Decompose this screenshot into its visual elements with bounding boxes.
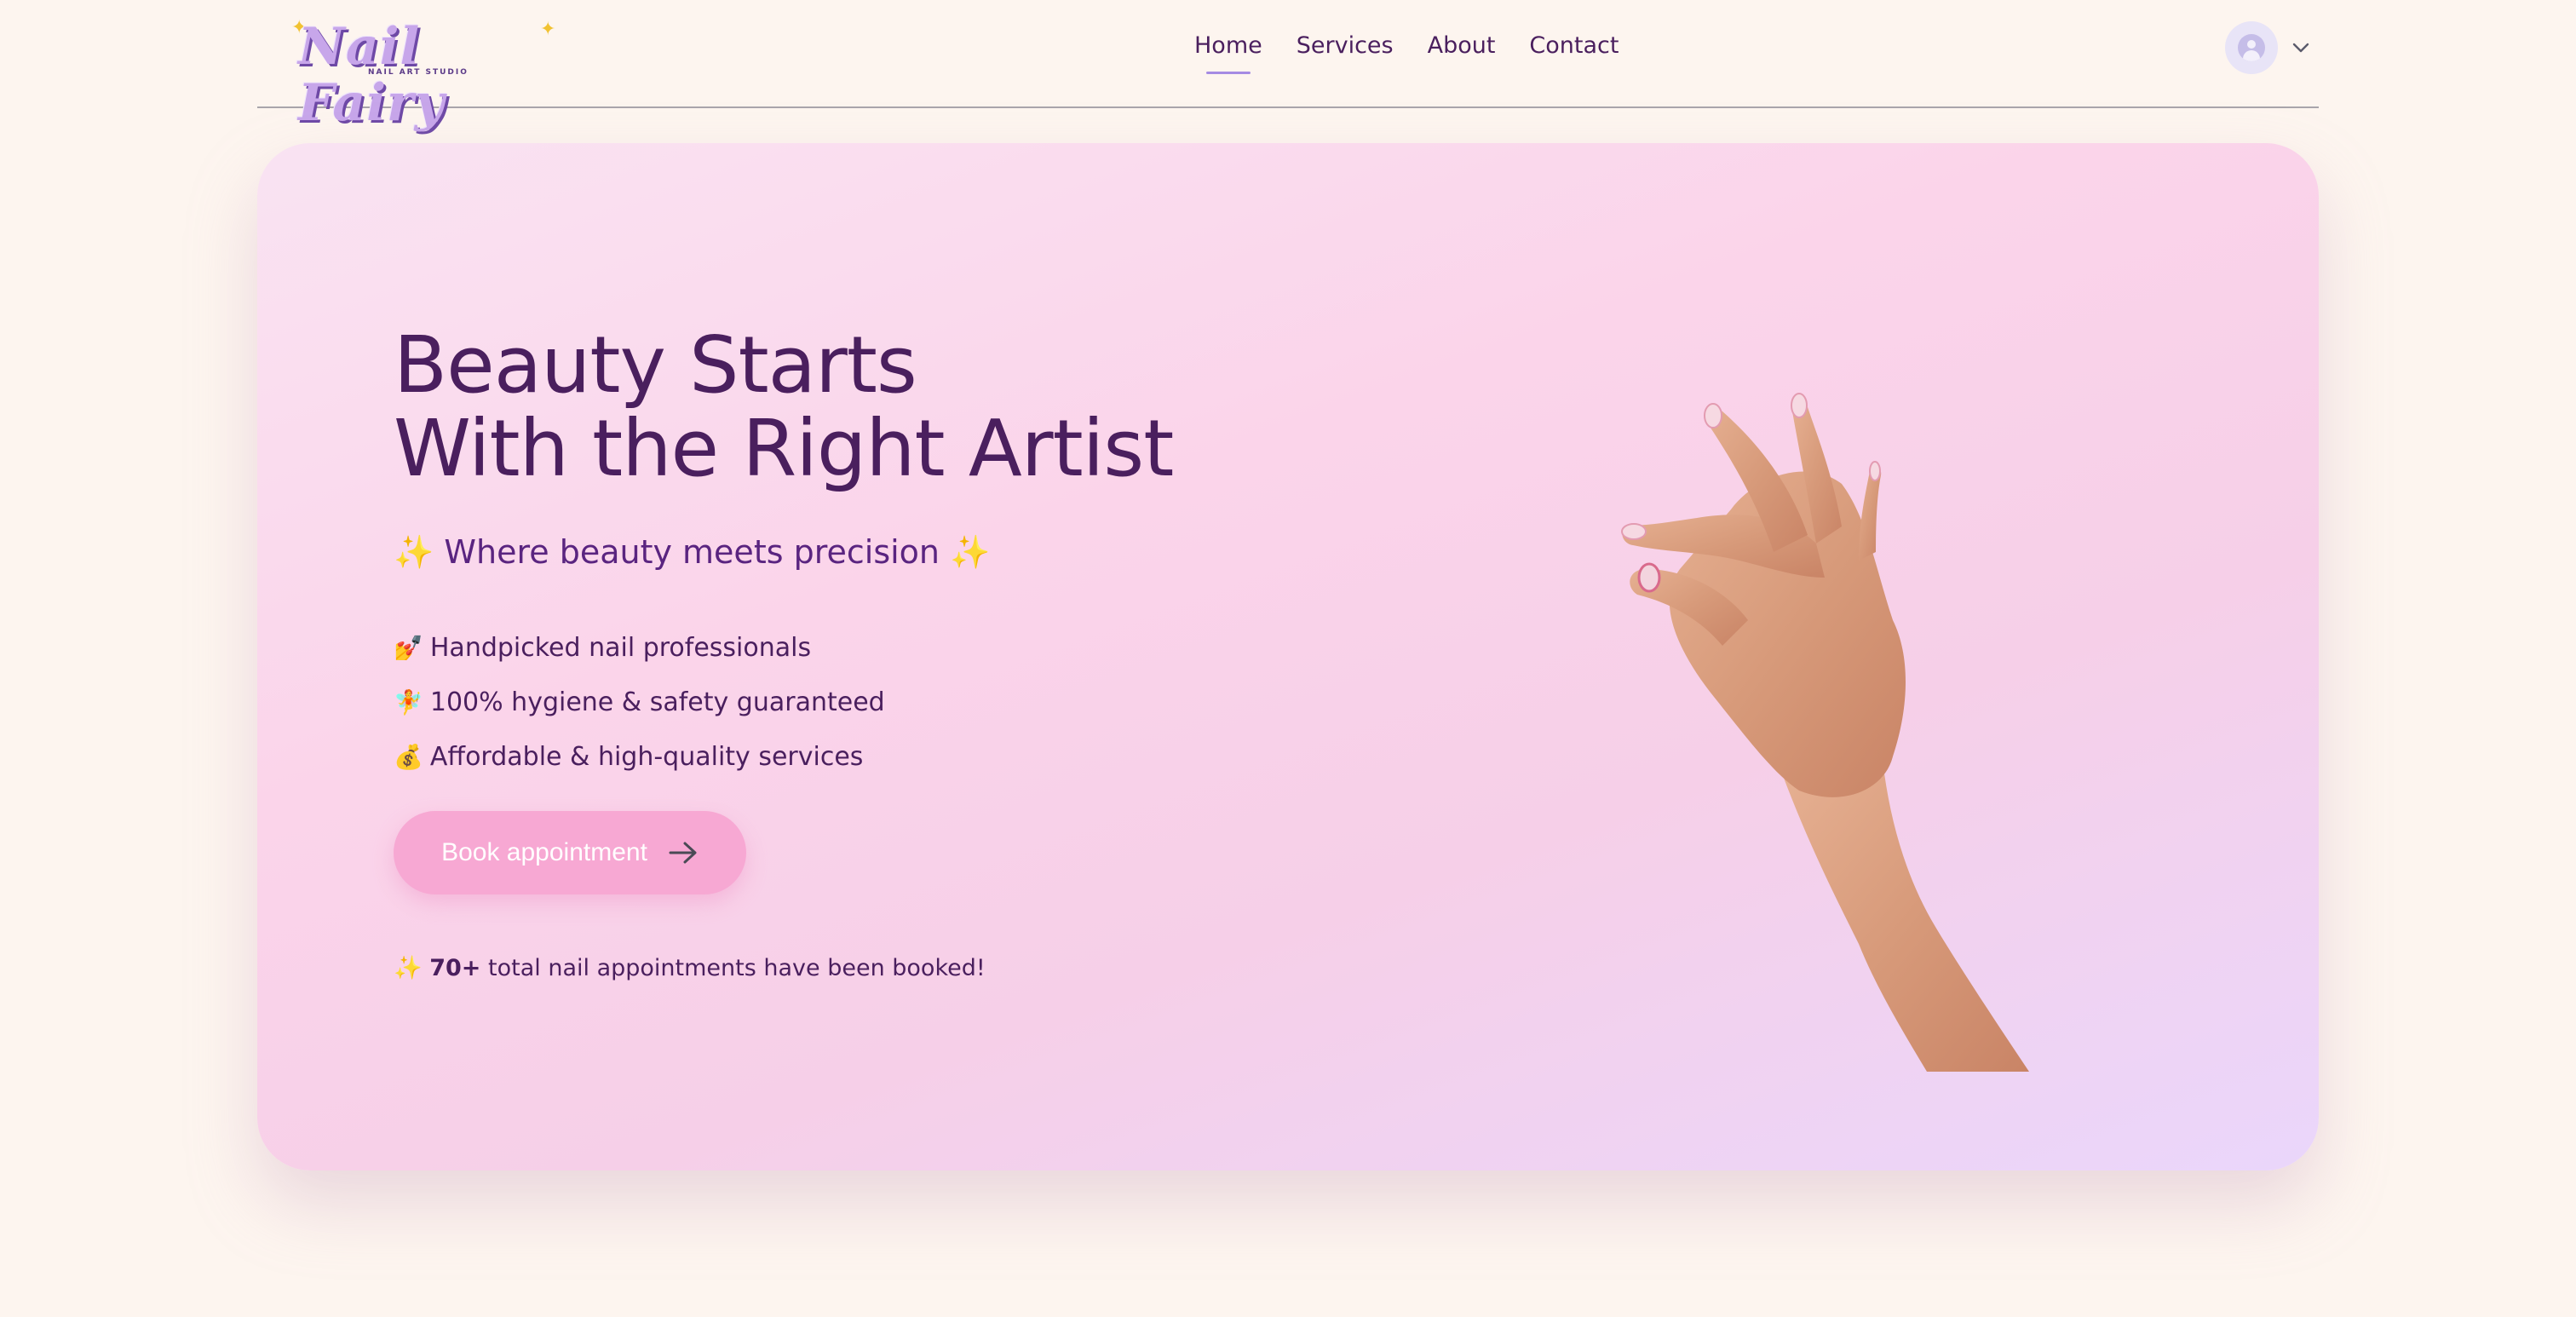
account-menu[interactable] [2225,20,2319,75]
logo-subtext: NAIL ART STUDIO [368,68,469,77]
sparkle-icon: ✨ [394,533,434,571]
feature-list: 💅 Handpicked nail professionals 🧚 100% h… [394,620,885,784]
tagline-text: Where beauty meets precision [444,533,940,571]
hero-title-line2: With the Right Artist [394,403,1174,494]
booking-stat: ✨ 70+ total nail appointments have been … [394,954,986,981]
sparkle-icon: ✨ [950,533,991,571]
feature-text: Handpicked nail professionals [429,632,812,663]
main-nav: Home Services About Contact [1194,29,1619,74]
hero-card: Beauty Starts With the Right Artist ✨ Wh… [257,143,2319,1170]
hero-title-line1: Beauty Starts [394,319,917,411]
sparkle-icon: ✦ [540,19,556,40]
nav-about[interactable]: About [1428,32,1496,64]
avatar[interactable] [2225,21,2278,74]
feature-item: 💅 Handpicked nail professionals [394,620,885,675]
booked-text: total nail appointments have been booked… [488,955,986,981]
feature-item: 💰 Affordable & high-quality services [394,729,885,784]
arrow-right-icon [669,842,697,864]
nav-home[interactable]: Home [1194,32,1262,74]
feature-text: Affordable & high-quality services [429,741,864,772]
book-appointment-label: Book appointment [441,838,647,866]
nav-contact[interactable]: Contact [1529,32,1619,64]
feature-item: 🧚 100% hygiene & safety guaranteed [394,675,885,729]
sparkle-icon: ✨ [394,955,423,981]
money-bag-icon: 💰 [394,742,423,771]
chevron-down-icon[interactable] [2291,38,2310,57]
booked-count: 70+ [429,955,481,981]
page: ✦ Nail Fairy NAIL ART STUDIO ✦ Home Serv… [0,0,2576,1317]
logo[interactable]: ✦ Nail Fairy NAIL ART STUDIO ✦ [291,17,555,131]
hand-ok-gesture-image [1621,393,2029,1072]
nav-services[interactable]: Services [1297,32,1394,64]
user-icon [2238,34,2265,61]
book-appointment-button[interactable]: Book appointment [394,811,746,894]
nail-polish-icon: 💅 [394,633,423,662]
site-header: ✦ Nail Fairy NAIL ART STUDIO ✦ Home Serv… [257,0,2319,131]
hero-title: Beauty Starts With the Right Artist [394,319,1174,494]
hero-tagline: ✨ Where beauty meets precision ✨ [394,533,990,572]
feature-text: 100% hygiene & safety guaranteed [429,687,885,717]
fairy-icon: 🧚 [394,687,423,716]
